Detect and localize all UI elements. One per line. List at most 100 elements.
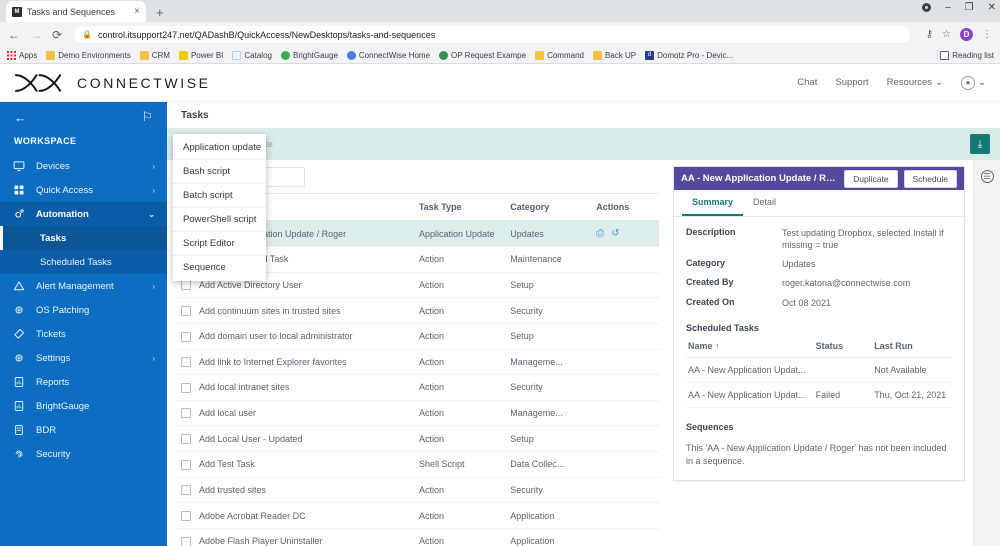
- bookmark-connectwise-home[interactable]: ConnectWise Home: [346, 50, 430, 60]
- sidebar-item-os-patching[interactable]: OS Patching: [0, 298, 167, 322]
- pin-sidebar-icon[interactable]: ⚐: [141, 109, 153, 125]
- forward-icon[interactable]: →: [30, 29, 42, 41]
- bookmark-brightgauge[interactable]: BrightGauge: [280, 50, 338, 60]
- address-bar[interactable]: 🔒 control.itsupport247.net/QADashB/Quick…: [74, 26, 910, 43]
- sidebar-item-automation[interactable]: Automation ⌄: [0, 202, 167, 226]
- bookmark-power-bi[interactable]: Power BI: [178, 50, 223, 60]
- apps-grid-icon: [7, 50, 16, 60]
- row-task-type: Shell Script: [414, 451, 507, 478]
- sidebar-item-tickets[interactable]: Tickets: [0, 322, 167, 346]
- brightgauge-icon: [280, 50, 290, 60]
- help-icon[interactable]: ☰: [980, 170, 994, 183]
- bookmark-domotz[interactable]: d Domotz Pro - Devic...: [645, 50, 733, 60]
- menu-item-batch-script[interactable]: Batch script: [173, 184, 266, 208]
- header-link-resources[interactable]: Resources ⌄: [887, 77, 943, 88]
- row-name: Add trusted sites: [195, 477, 415, 504]
- sidebar-item-tasks[interactable]: Tasks: [0, 226, 167, 250]
- application-viewport: CONNECTWISE Chat Support Resources ⌄ ● ⌄…: [0, 64, 1000, 546]
- sidebar-item-alert-management[interactable]: Alert Management ›: [0, 274, 167, 298]
- bookmark-star-icon[interactable]: ☆: [942, 29, 951, 40]
- row-checkbox[interactable]: [181, 408, 191, 419]
- globe-icon: [439, 50, 449, 60]
- menu-item-sequence[interactable]: Sequence: [173, 256, 266, 279]
- table-row[interactable]: Add local user Action Manageme...: [177, 400, 659, 427]
- duplicate-button[interactable]: Duplicate: [844, 169, 898, 188]
- sidebar-item-label: Devices: [36, 160, 70, 172]
- table-row[interactable]: Add local intranet sites Action Security: [177, 374, 659, 401]
- column-status[interactable]: Status: [813, 334, 873, 358]
- tab-summary[interactable]: Summary: [682, 190, 744, 216]
- table-row[interactable]: AA - New Application Updat... Failed Thu…: [686, 382, 952, 408]
- new-tab-button[interactable]: +: [156, 5, 164, 20]
- close-icon[interactable]: ×: [134, 6, 140, 17]
- table-row[interactable]: Add Local User - Updated Action Setup: [177, 425, 659, 452]
- row-checkbox[interactable]: [181, 331, 191, 342]
- table-row[interactable]: Add Test Task Shell Script Data Collec..…: [177, 451, 659, 478]
- browser-menu-icon[interactable]: ⋮: [982, 29, 992, 40]
- column-task-type[interactable]: Task Type: [414, 194, 507, 221]
- sidebar-item-quick-access[interactable]: Quick Access ›: [0, 178, 167, 202]
- warning-icon: [12, 280, 26, 292]
- back-icon[interactable]: ←: [8, 29, 20, 41]
- duplicate-icon[interactable]: ⎙: [596, 228, 604, 239]
- sidebar-item-reports[interactable]: Reports: [0, 370, 167, 394]
- minimize-button[interactable]: –: [945, 2, 951, 13]
- table-row[interactable]: Add domain user to local administrator A…: [177, 323, 659, 350]
- sidebar-item-settings[interactable]: Settings ›: [0, 346, 167, 370]
- menu-item-powershell-script[interactable]: PowerShell script: [173, 208, 266, 232]
- sidebar-item-security[interactable]: Security: [0, 442, 167, 466]
- maximize-button[interactable]: ❐: [965, 2, 974, 13]
- row-checkbox[interactable]: [181, 382, 191, 393]
- collapse-sidebar-icon[interactable]: ←: [14, 110, 27, 125]
- table-row[interactable]: Add trusted sites Action Security: [177, 477, 659, 504]
- sidebar-item-scheduled-tasks[interactable]: Scheduled Tasks: [0, 250, 167, 274]
- profile-avatar[interactable]: D: [960, 28, 973, 41]
- row-checkbox[interactable]: [181, 305, 191, 316]
- table-row[interactable]: Adobe Flash Player Uninstaller Action Ap…: [177, 528, 659, 546]
- table-row[interactable]: Add continuum sites in trusted sites Act…: [177, 297, 659, 324]
- row-checkbox[interactable]: [181, 434, 191, 444]
- sidebar-item-bdr[interactable]: BDR: [0, 418, 167, 442]
- column-last-run[interactable]: Last Run: [872, 334, 952, 358]
- account-menu[interactable]: ● ⌄: [961, 75, 986, 90]
- key-icon[interactable]: ⚷: [926, 29, 933, 40]
- domotz-icon: d: [645, 50, 655, 60]
- row-task-type: Action: [414, 502, 507, 529]
- download-button[interactable]: ⤓: [970, 134, 990, 154]
- bookmark-command[interactable]: Command: [535, 50, 584, 60]
- sidebar-item-devices[interactable]: Devices ›: [0, 154, 167, 178]
- menu-item-application-update[interactable]: Application update: [173, 136, 266, 160]
- column-category[interactable]: Category: [506, 194, 593, 221]
- reload-icon[interactable]: ⟳: [52, 29, 62, 41]
- bookmark-catalog[interactable]: Catalog: [232, 50, 272, 60]
- tab-detail[interactable]: Detail: [743, 190, 786, 216]
- bookmark-demo-environments[interactable]: Demo Environments: [46, 50, 131, 60]
- row-category: Security: [506, 477, 593, 504]
- row-checkbox[interactable]: [181, 459, 191, 470]
- bookmark-op-request[interactable]: OP Request Exampe: [439, 50, 526, 60]
- header-link-chat[interactable]: Chat: [797, 77, 817, 88]
- schedule-button[interactable]: Schedule: [903, 169, 957, 188]
- bookmark-crm[interactable]: CRM: [139, 50, 170, 60]
- table-row[interactable]: AA - New Application Updat... Not Availa…: [686, 357, 952, 383]
- row-checkbox[interactable]: [181, 536, 191, 546]
- history-icon[interactable]: ↺: [611, 228, 619, 239]
- column-name[interactable]: Name ↑: [686, 334, 814, 358]
- browser-tab[interactable]: M Tasks and Sequences ×: [6, 1, 146, 22]
- row-task-type: Action: [414, 425, 507, 452]
- table-row[interactable]: Add link to Internet Explorer favorites …: [177, 349, 659, 376]
- reading-list-button[interactable]: Reading list: [940, 50, 994, 60]
- menu-item-script-editor[interactable]: Script Editor: [173, 232, 266, 256]
- row-checkbox[interactable]: [181, 510, 191, 521]
- bookmark-apps[interactable]: Apps: [7, 50, 37, 60]
- row-checkbox[interactable]: [181, 485, 191, 496]
- brand-logo[interactable]: CONNECTWISE: [14, 71, 211, 95]
- header-link-support[interactable]: Support: [835, 77, 868, 88]
- row-checkbox[interactable]: [181, 280, 191, 291]
- window-close-button[interactable]: ✕: [988, 2, 996, 13]
- row-checkbox[interactable]: [181, 357, 191, 368]
- bookmark-back-up[interactable]: Back UP: [592, 50, 636, 60]
- sidebar-item-brightgauge[interactable]: BrightGauge: [0, 394, 167, 418]
- menu-item-bash-script[interactable]: Bash script: [173, 160, 266, 184]
- table-row[interactable]: Adobe Acrobat Reader DC Action Applicati…: [177, 502, 659, 529]
